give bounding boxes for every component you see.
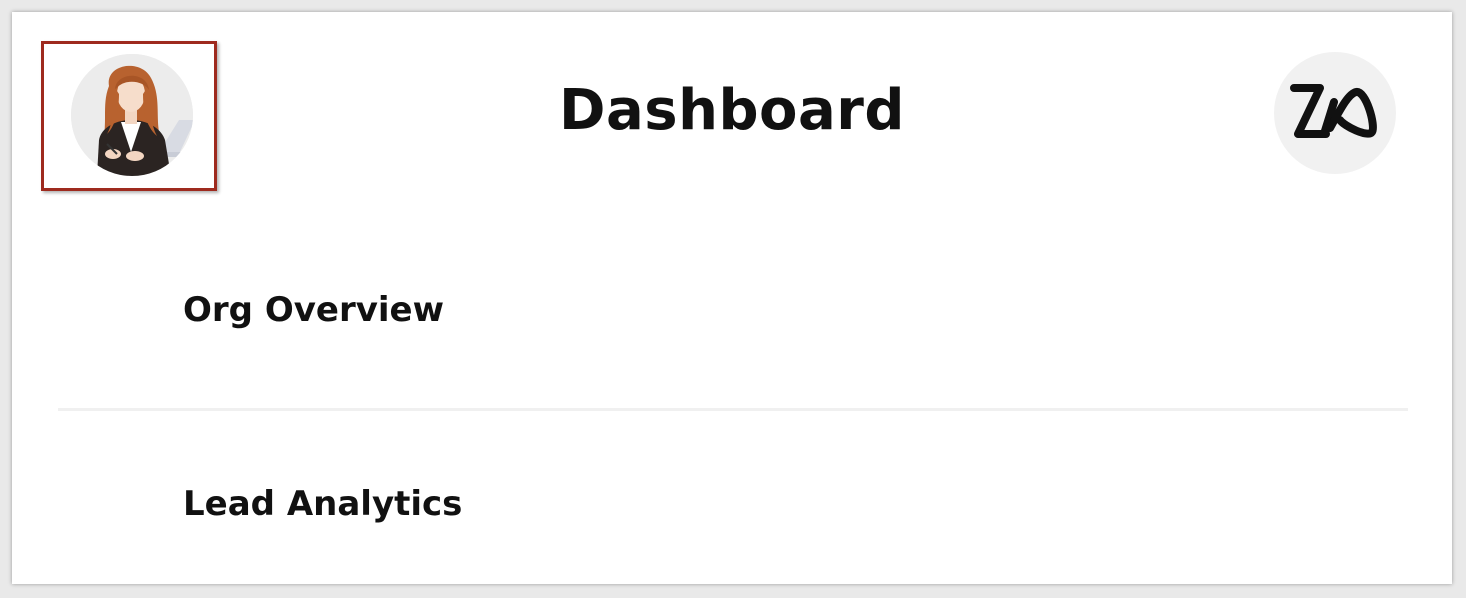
page-title: Dashboard [558, 78, 906, 143]
zia-assistant-button[interactable] [1274, 52, 1396, 174]
menu-item-label: Lead Analytics [183, 484, 463, 524]
menu-item-lead-analytics[interactable]: Lead Analytics [58, 412, 1408, 582]
menu-item-org-overview[interactable]: Org Overview [58, 262, 1408, 410]
zia-logo-icon [1290, 84, 1377, 138]
dashboard-panel: Dashboard Org Overview Lead Analytics [12, 12, 1452, 584]
page-background: Dashboard Org Overview Lead Analytics [0, 0, 1466, 598]
menu-item-label: Org Overview [183, 290, 445, 330]
menu-divider [58, 408, 1408, 411]
